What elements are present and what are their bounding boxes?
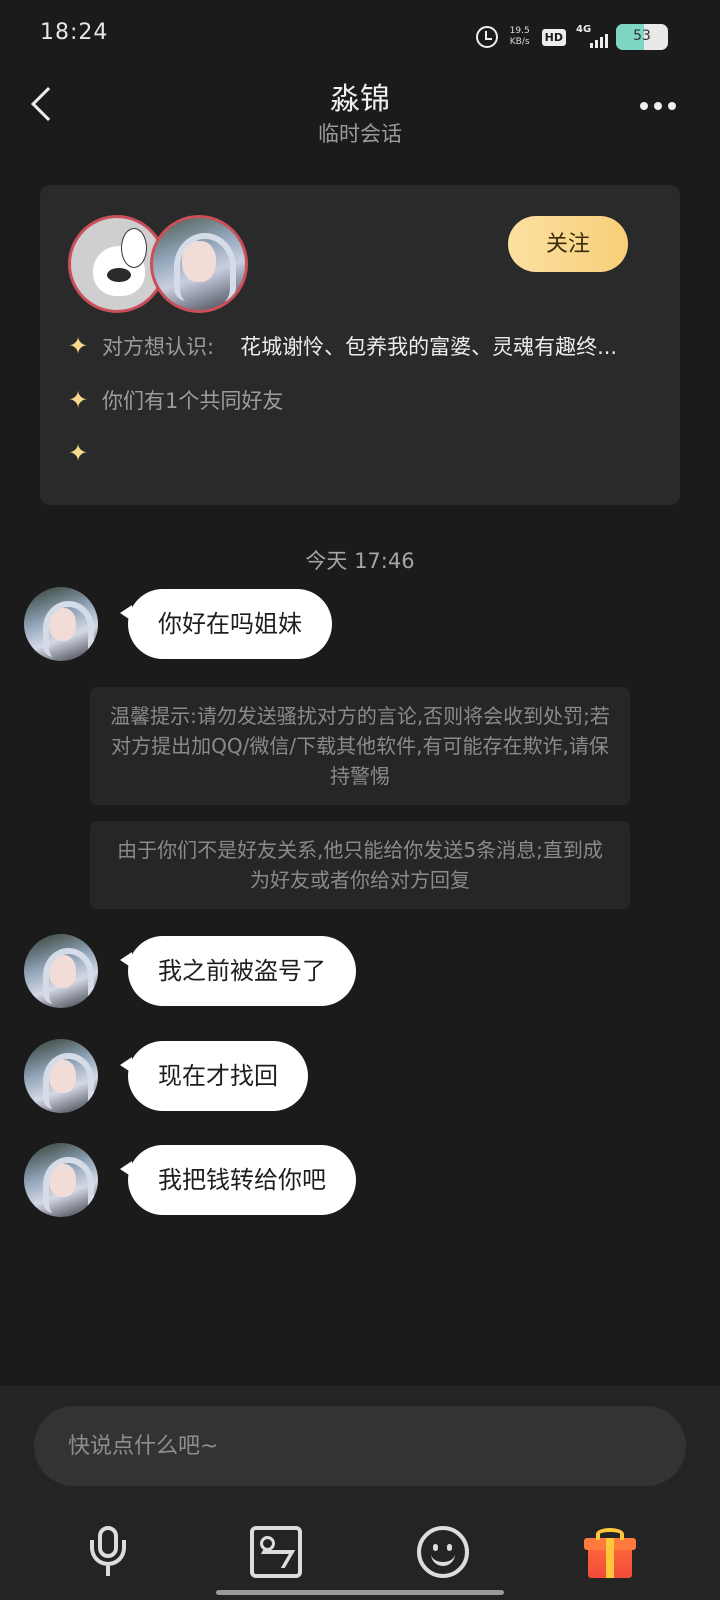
home-indicator[interactable]: [216, 1590, 504, 1595]
signal-icon: 4G: [574, 24, 608, 48]
network-speed: 19.5 KB/s: [506, 26, 534, 48]
sparkle-icon: ✦: [67, 439, 89, 467]
want-to-meet-value: 花城谢怜、包养我的富婆、灵魂有趣终...: [240, 335, 618, 359]
avatar-face: [174, 232, 237, 302]
status-bar: 18:24 19.5 KB/s HD 4G 53: [0, 0, 720, 72]
status-time: 18:24: [40, 20, 109, 45]
more-icon[interactable]: [640, 102, 676, 110]
empty-info-row: ✦: [66, 439, 102, 467]
gift-icon[interactable]: [584, 1526, 636, 1578]
message-input[interactable]: [34, 1406, 686, 1486]
contact-avatar[interactable]: [150, 215, 248, 313]
chat-timestamp: 今天 17:46: [305, 549, 415, 573]
input-bar: [0, 1386, 720, 1600]
warning-notice: 温馨提示:请勿发送骚扰对方的言论,否则将会收到处罚;若对方提出加QQ/微信/下载…: [90, 687, 630, 805]
sparkle-icon: ✦: [67, 332, 89, 360]
mascot-speech-bubble: [121, 228, 147, 268]
message-bubble[interactable]: 我把钱转给你吧: [120, 1145, 356, 1215]
mutual-friends-row: ✦ 你们有1个共同好友: [66, 385, 283, 415]
network-type: 4G: [576, 24, 592, 35]
microphone-icon[interactable]: [82, 1526, 134, 1578]
want-to-meet-row: ✦ 对方想认识: 花城谢怜、包养我的富婆、灵魂有趣终...: [66, 331, 617, 361]
signal-bars: [590, 34, 608, 48]
hd-icon: HD: [541, 28, 566, 46]
sender-avatar[interactable]: [24, 934, 98, 1008]
message-row: 我之前被盗号了: [24, 934, 356, 1008]
sparkle-icon: ✦: [67, 386, 89, 414]
mutual-friends-text: 你们有1个共同好友: [102, 389, 284, 413]
sender-avatar[interactable]: [24, 1143, 98, 1217]
message-bubble[interactable]: 你好在吗姐妹: [120, 589, 332, 659]
follow-button[interactable]: 关注: [508, 216, 628, 272]
message-row: 我把钱转给你吧: [24, 1143, 356, 1217]
emoji-icon[interactable]: [417, 1526, 469, 1578]
want-to-meet-label: 对方想认识:: [102, 335, 215, 359]
sender-avatar[interactable]: [24, 1039, 98, 1113]
limit-notice: 由于你们不是好友关系,他只能给你发送5条消息;直到成为好友或者你给对方回复: [90, 821, 630, 909]
image-icon[interactable]: [250, 1526, 302, 1578]
battery-level: 53: [633, 28, 651, 44]
message-bubble[interactable]: 现在才找回: [120, 1041, 308, 1111]
status-indicators: 19.5 KB/s HD 4G 53: [475, 24, 668, 50]
network-speed-value: 19.5: [509, 26, 530, 36]
chat-subtitle: 临时会话: [318, 122, 402, 146]
chat-header: 淼锦 临时会话: [0, 72, 720, 152]
message-bubble[interactable]: 我之前被盗号了: [120, 936, 356, 1006]
chat-title: 淼锦: [330, 82, 390, 117]
sender-avatar[interactable]: [24, 587, 98, 661]
profile-card: 关注 ✦ 对方想认识: 花城谢怜、包养我的富婆、灵魂有趣终... ✦ 你们有1个…: [40, 185, 680, 505]
network-speed-unit: KB/s: [509, 37, 530, 47]
battery-icon: 53: [616, 24, 668, 50]
alarm-icon: [475, 26, 498, 48]
message-row: 你好在吗姐妹: [24, 587, 332, 661]
message-row: 现在才找回: [24, 1039, 308, 1113]
